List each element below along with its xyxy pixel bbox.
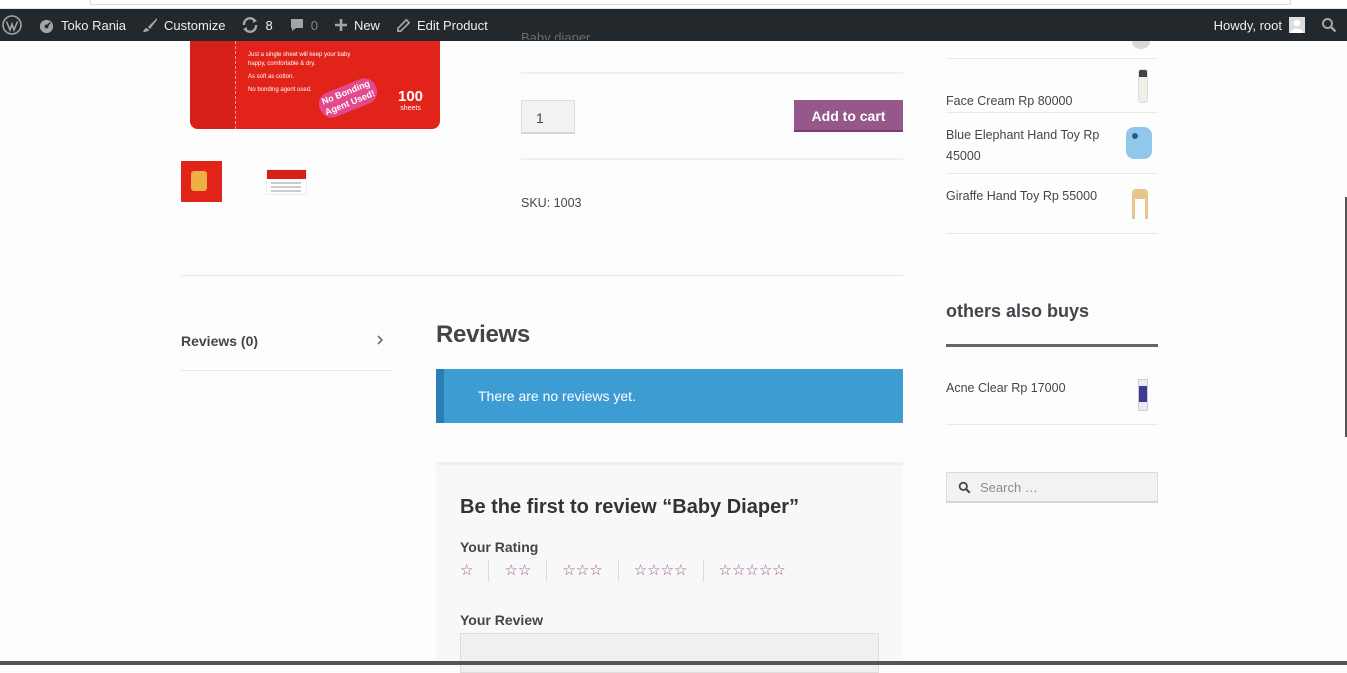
tab-reviews[interactable]: Reviews (0) [181, 333, 393, 371]
comments-count: 0 [310, 17, 318, 33]
rating-option-2[interactable]: ☆☆ [488, 560, 546, 582]
howdy-label: Howdy, root [1213, 17, 1282, 33]
edit-product-link[interactable]: Edit Product [388, 9, 496, 41]
admin-bar: Toko Rania Customize 8 0 New Edit Produc… [0, 9, 1347, 41]
window-bottom-edge [0, 661, 1347, 665]
product-main-image[interactable]: Just a single sheet will keep your baby … [190, 41, 440, 129]
rating-label: Your Rating [460, 539, 539, 555]
sidebar-product-list: Face Cream Rp 80000 Blue Elephant Hand T… [946, 41, 1158, 234]
search-placeholder: Search … [980, 479, 1038, 495]
product-thumbnail[interactable] [1132, 188, 1148, 219]
divider [946, 344, 1158, 347]
list-item[interactable]: Blue Elephant Hand Toy Rp 45000 [946, 113, 1158, 174]
sidebar-product-name[interactable]: Face Cream Rp 80000 [946, 91, 1116, 112]
my-account-link[interactable]: Howdy, root [1206, 9, 1313, 41]
site-name-link[interactable]: Toko Rania [30, 9, 134, 41]
updates-link[interactable]: 8 [233, 9, 280, 41]
sidebar-product-name[interactable]: Blue Elephant Hand Toy Rp 45000 [946, 113, 1116, 167]
product-thumbnail[interactable] [181, 161, 222, 202]
wordpress-logo-button[interactable] [0, 9, 30, 41]
add-to-cart-button[interactable]: Add to cart [794, 100, 903, 132]
browser-top-strip [0, 0, 1347, 9]
no-reviews-notice: There are no reviews yet. [436, 369, 903, 423]
product-thumbnail[interactable] [1126, 127, 1152, 159]
image-bullet: Just a single sheet will keep your baby … [248, 52, 351, 67]
site-name-label: Toko Rania [61, 17, 127, 33]
sidebar-product-name[interactable]: Acne Clear Rp 17000 [946, 365, 1116, 399]
comment-icon [289, 17, 305, 33]
search-icon [1321, 17, 1337, 33]
product-thumbnail[interactable] [266, 169, 307, 195]
rating-option-5[interactable]: ☆☆☆☆☆ [702, 560, 801, 582]
rating-option-1[interactable]: ☆ [460, 560, 488, 582]
product-short-description: Baby diaper [521, 30, 591, 45]
review-label: Your Review [460, 612, 543, 628]
list-item[interactable]: Acne Clear Rp 17000 [946, 365, 1158, 425]
image-bullet: As soft as cotton. [248, 74, 295, 80]
sku-label: SKU: [521, 196, 551, 210]
chevron-right-icon [375, 333, 385, 350]
sku-value: 1003 [553, 196, 582, 210]
new-content-link[interactable]: New [326, 9, 388, 41]
admin-search-button[interactable] [1313, 9, 1347, 41]
reviews-heading: Reviews [436, 321, 530, 348]
comments-link[interactable]: 0 [281, 9, 326, 41]
avatar [1289, 17, 1305, 33]
tab-reviews-label: Reviews (0) [181, 333, 259, 349]
paintbrush-icon [142, 17, 158, 33]
divider [521, 158, 903, 160]
sidebar-product-name[interactable]: Giraffe Hand Toy Rp 55000 [946, 174, 1116, 207]
customize-label: Customize [164, 17, 226, 33]
quantity-input[interactable]: 1 [521, 100, 575, 134]
review-textarea[interactable] [460, 633, 879, 673]
others-also-buys-heading: others also buys [946, 301, 1090, 321]
wordpress-icon [2, 15, 22, 35]
search-field[interactable]: Search … [946, 472, 1158, 503]
review-form-title: Be the first to review “Baby Diaper” [460, 496, 799, 518]
others-product-list: Acne Clear Rp 17000 [946, 365, 1158, 425]
divider [181, 275, 903, 276]
rating-option-3[interactable]: ☆☆☆ [546, 560, 617, 582]
dashboard-icon [38, 17, 55, 34]
updates-icon [241, 16, 259, 34]
customize-link[interactable]: Customize [134, 9, 233, 41]
search-icon [958, 481, 971, 494]
updates-count: 8 [265, 17, 273, 33]
plus-icon [334, 18, 348, 32]
sku-meta: SKU: 1003 [521, 196, 581, 210]
product-thumbnail[interactable] [1132, 41, 1150, 49]
list-item[interactable]: Giraffe Hand Toy Rp 55000 [946, 174, 1158, 234]
image-sheet-count: 100 sheets [398, 88, 424, 112]
rating-option-4[interactable]: ☆☆☆☆ [617, 560, 703, 582]
product-thumbnail[interactable] [1138, 378, 1148, 411]
new-label: New [353, 17, 380, 33]
review-form: Be the first to review “Baby Diaper” You… [436, 462, 903, 673]
edit-product-label: Edit Product [416, 17, 488, 33]
product-thumbnail[interactable] [1138, 68, 1148, 103]
pencil-icon [396, 18, 411, 33]
list-item [946, 41, 1158, 59]
list-item[interactable]: Face Cream Rp 80000 [946, 59, 1158, 113]
divider [521, 72, 903, 74]
rating-stars: ☆ ☆☆ ☆☆☆ ☆☆☆☆ ☆☆☆☆☆ [460, 560, 801, 582]
